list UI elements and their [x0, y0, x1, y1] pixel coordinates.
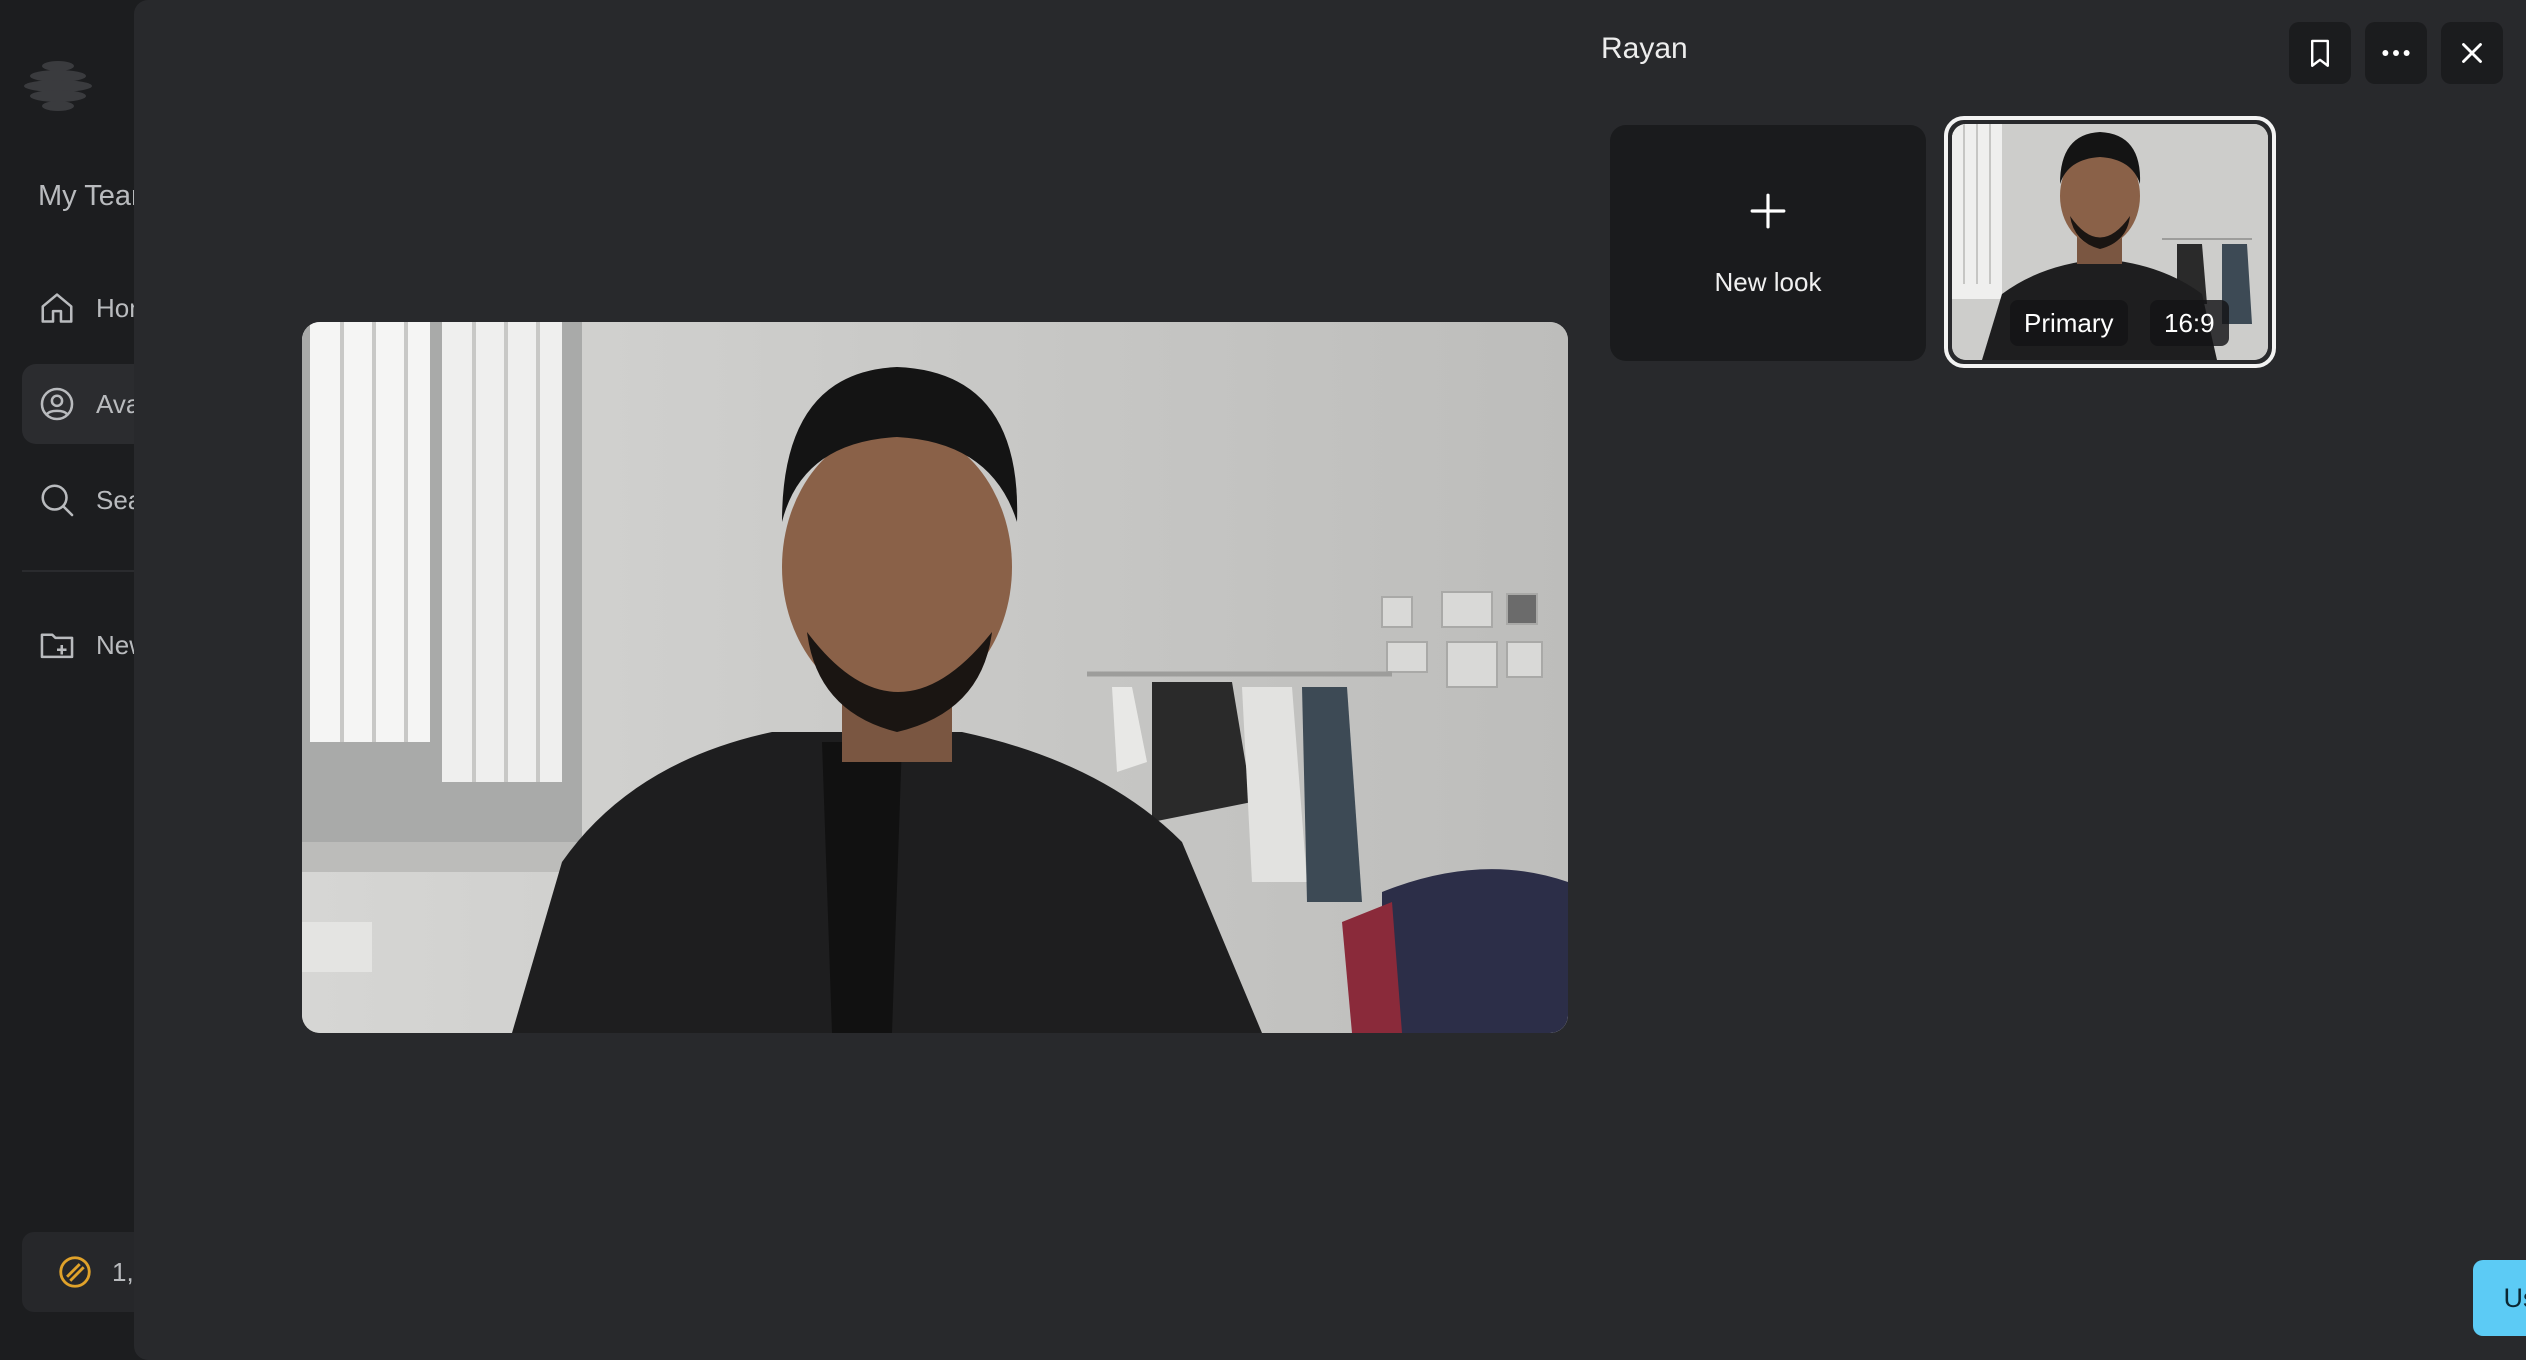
credits-icon — [56, 1253, 94, 1291]
new-look-button[interactable]: New look — [1610, 125, 1926, 361]
look-ratio-badge: 16:9 — [2150, 300, 2229, 346]
bookmark-button[interactable] — [2289, 22, 2351, 84]
look-card-primary[interactable]: Primary 16:9 — [1944, 116, 2276, 368]
folder-plus-icon — [38, 626, 76, 664]
look-preview-image — [302, 322, 1568, 1033]
more-options-button[interactable] — [2365, 22, 2427, 84]
look-primary-badge: Primary — [2010, 300, 2128, 346]
look-thumbnail: Primary 16:9 — [1952, 124, 2268, 360]
sidebar-divider — [22, 570, 140, 572]
sidebar-item-home[interactable]: Home — [22, 268, 140, 348]
team-name[interactable]: My Team — [38, 180, 140, 213]
use-look-button[interactable]: Use look — [2473, 1260, 2526, 1336]
search-icon — [38, 481, 76, 519]
close-icon — [2455, 36, 2489, 70]
sidebar-item-search[interactable]: Search — [22, 460, 140, 540]
more-icon — [2379, 36, 2413, 70]
close-button[interactable] — [2441, 22, 2503, 84]
app-logo[interactable] — [22, 58, 94, 114]
plus-icon — [1749, 192, 1787, 230]
bookmark-icon — [2303, 36, 2337, 70]
home-icon — [38, 289, 76, 327]
avatar-name-title: Rayan — [1601, 32, 1688, 65]
sidebar-item-avatars[interactable]: Avatars — [22, 364, 140, 444]
avatar-looks-modal: Rayan New look Primary 16:9 U — [134, 0, 2526, 1360]
sidebar: My Team Home Avatars Search New folder 1… — [0, 0, 140, 1360]
new-look-label: New look — [1714, 267, 1822, 297]
credits-balance[interactable]: 1,000 — [22, 1232, 140, 1312]
user-circle-icon — [38, 385, 76, 423]
sidebar-item-new-folder[interactable]: New folder — [22, 605, 140, 685]
